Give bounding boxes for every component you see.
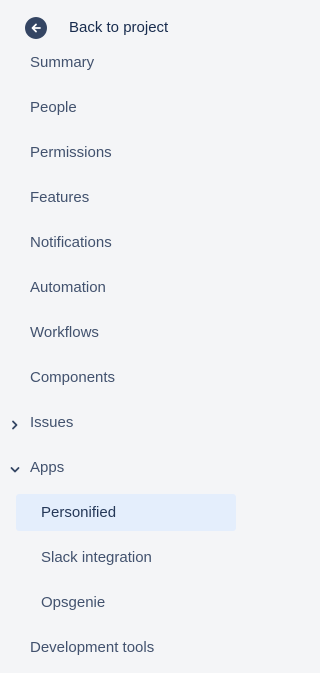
nav-item-notifications[interactable]: Notifications [0,220,243,265]
nav-item-issues[interactable]: Issues [0,400,243,445]
nav-item-label: Automation [30,279,106,296]
nav-item-permissions[interactable]: Permissions [0,130,243,175]
nav-item-label: Personified [41,504,117,521]
nav-item-label: Summary [30,54,95,71]
settings-nav: Summary People Permissions Features Noti… [0,40,243,670]
nav-item-label: Notifications [30,234,112,251]
nav-item-automation[interactable]: Automation [0,265,243,310]
nav-item-components[interactable]: Components [0,355,243,400]
nav-item-workflows[interactable]: Workflows [0,310,243,355]
back-to-project-link[interactable]: Back to project [0,0,243,56]
nav-item-features[interactable]: Features [0,175,243,220]
nav-item-label: Opsgenie [41,594,106,611]
chevron-right-icon[interactable] [9,418,21,430]
nav-item-slack-integration[interactable]: Slack integration [0,535,243,580]
arrow-left-circle-icon [25,17,47,39]
nav-item-label: Slack integration [41,549,152,566]
back-to-project-label: Back to project [69,19,169,36]
chevron-down-icon[interactable] [9,463,21,475]
nav-item-label: People [30,99,77,116]
nav-item-label: Components [30,369,116,386]
nav-item-opsgenie[interactable]: Opsgenie [0,580,243,625]
nav-item-apps[interactable]: Apps [0,445,243,490]
nav-item-label: Features [30,189,90,206]
nav-item-label: Apps [30,459,65,476]
nav-item-label: Issues [30,414,74,431]
nav-item-label: Permissions [30,144,112,161]
project-settings-sidebar: Back to project Summary People Permissio… [0,0,243,673]
nav-item-people[interactable]: People [0,85,243,130]
nav-item-personified[interactable]: Personified [0,490,243,535]
nav-item-development-tools[interactable]: Development tools [0,625,243,670]
nav-item-label: Development tools [30,639,155,656]
nav-item-label: Workflows [30,324,99,341]
